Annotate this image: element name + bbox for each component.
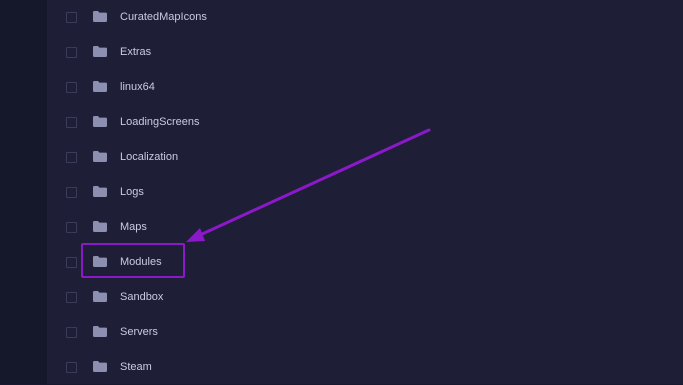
file-row-maps[interactable]: Maps (0, 210, 683, 245)
file-row-logs[interactable]: Logs (0, 175, 683, 210)
file-row-localization[interactable]: Localization (0, 140, 683, 175)
row-checkbox[interactable] (66, 292, 77, 303)
annotation-highlight-box (81, 243, 185, 278)
row-checkbox[interactable] (66, 222, 77, 233)
folder-icon (93, 46, 107, 57)
file-row-sandbox[interactable]: Sandbox (0, 280, 683, 315)
folder-icon (93, 361, 107, 372)
folder-icon (93, 11, 107, 22)
file-row-linux64[interactable]: linux64 (0, 70, 683, 105)
file-row-steam[interactable]: Steam (0, 350, 683, 385)
file-name[interactable]: CuratedMapIcons (120, 10, 207, 24)
file-name[interactable]: linux64 (120, 80, 155, 94)
file-row-extras[interactable]: Extras (0, 35, 683, 70)
file-name[interactable]: Logs (120, 185, 144, 199)
file-row-servers[interactable]: Servers (0, 315, 683, 350)
file-name[interactable]: Localization (120, 150, 178, 164)
folder-icon (93, 116, 107, 127)
file-name[interactable]: Steam (120, 360, 152, 374)
file-name[interactable]: Sandbox (120, 290, 163, 304)
row-checkbox[interactable] (66, 117, 77, 128)
file-name[interactable]: Servers (120, 325, 158, 339)
row-checkbox[interactable] (66, 47, 77, 58)
row-checkbox[interactable] (66, 12, 77, 23)
folder-icon (93, 151, 107, 162)
file-row-curatedmapicons[interactable]: CuratedMapIcons (0, 0, 683, 35)
folder-icon (93, 326, 107, 337)
row-checkbox[interactable] (66, 362, 77, 373)
row-checkbox[interactable] (66, 152, 77, 163)
folder-icon (93, 81, 107, 92)
file-name[interactable]: LoadingScreens (120, 115, 200, 129)
file-list: CuratedMapIcons Extras linux64 LoadingSc… (0, 0, 683, 384)
row-checkbox[interactable] (66, 257, 77, 268)
folder-icon (93, 221, 107, 232)
file-name[interactable]: Maps (120, 220, 147, 234)
row-checkbox[interactable] (66, 82, 77, 93)
row-checkbox[interactable] (66, 187, 77, 198)
row-checkbox[interactable] (66, 327, 77, 338)
folder-icon (93, 186, 107, 197)
file-row-loadingscreens[interactable]: LoadingScreens (0, 105, 683, 140)
file-name[interactable]: Extras (120, 45, 151, 59)
folder-icon (93, 291, 107, 302)
